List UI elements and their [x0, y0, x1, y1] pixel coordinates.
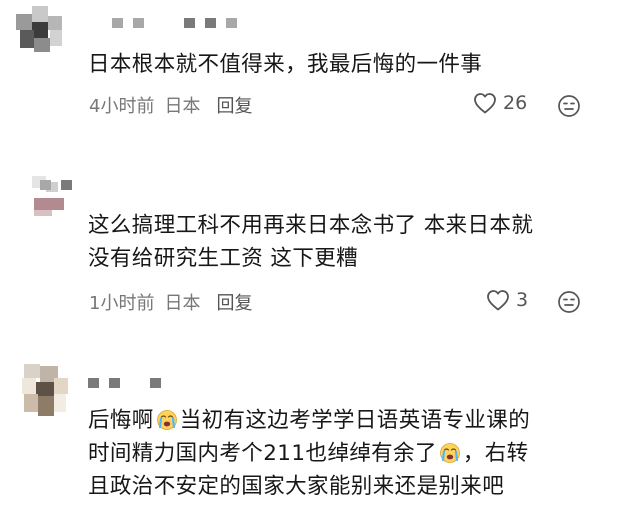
like-button[interactable]: 3 — [486, 289, 528, 311]
comment-text: 这么搞理工科不用再来日本念书了 本来日本就 没有给研究生工资 这下更糟 — [88, 209, 533, 275]
reply-button[interactable]: 回复 — [216, 92, 252, 118]
like-button[interactable]: 26 — [473, 92, 527, 114]
comment-item: 日本根本就不值得来，我最后悔的一件事 4小时前 日本 回复 26 — [0, 0, 640, 160]
crying-face-icon — [156, 410, 177, 430]
comment-item: 后悔啊 当初有这边考学学日语英语专业课的 时间精力国内考个211也绰绰有余了 ，… — [0, 360, 640, 507]
avatar[interactable] — [16, 6, 66, 60]
neutral-face-icon[interactable] — [557, 290, 581, 314]
comment-text-line: 日本根本就不值得来，我最后悔的一件事 — [88, 52, 483, 77]
reply-button[interactable]: 回复 — [216, 289, 252, 315]
comment-text-line: 且政治不安定的国家大家能别来还是别来吧 — [88, 474, 505, 499]
comment-time: 1小时前 — [89, 293, 155, 314]
crying-face-icon — [439, 443, 460, 463]
like-count: 3 — [516, 289, 529, 311]
comment-text-line: 没有给研究生工资 这下更糟 — [88, 246, 359, 271]
heart-outline-icon — [474, 93, 496, 114]
username[interactable] — [88, 376, 161, 390]
heart-outline-icon — [487, 290, 509, 311]
comment-time: 4小时前 — [89, 96, 155, 117]
comment-meta: 1小时前 日本 回复 — [89, 289, 252, 315]
comment-text-line: 时间精力国内考个211也绰绰有余了 ，右转 — [88, 441, 529, 466]
username[interactable] — [112, 16, 237, 30]
comment-text-line: 这么搞理工科不用再来日本念书了 本来日本就 — [88, 213, 534, 238]
neutral-face-icon[interactable] — [557, 94, 581, 118]
avatar[interactable] — [16, 364, 70, 424]
comment-text-line: 后悔啊 当初有这边考学学日语英语专业课的 — [88, 408, 531, 433]
comment-text: 后悔啊 当初有这边考学学日语英语专业课的 时间精力国内考个211也绰绰有余了 ，… — [88, 404, 530, 503]
comment-feed: 日本根本就不值得来，我最后悔的一件事 4小时前 日本 回复 26 这么搞理工科不… — [0, 0, 640, 507]
comment-item: 这么搞理工科不用再来日本念书了 本来日本就 没有给研究生工资 这下更糟 1小时前… — [0, 160, 640, 360]
username[interactable] — [40, 178, 72, 192]
comment-text: 日本根本就不值得来，我最后悔的一件事 — [88, 48, 482, 81]
comment-location: 日本 — [164, 293, 201, 314]
comment-location: 日本 — [164, 96, 201, 117]
comment-meta: 4小时前 日本 回复 — [89, 92, 252, 118]
like-count: 26 — [503, 92, 528, 114]
